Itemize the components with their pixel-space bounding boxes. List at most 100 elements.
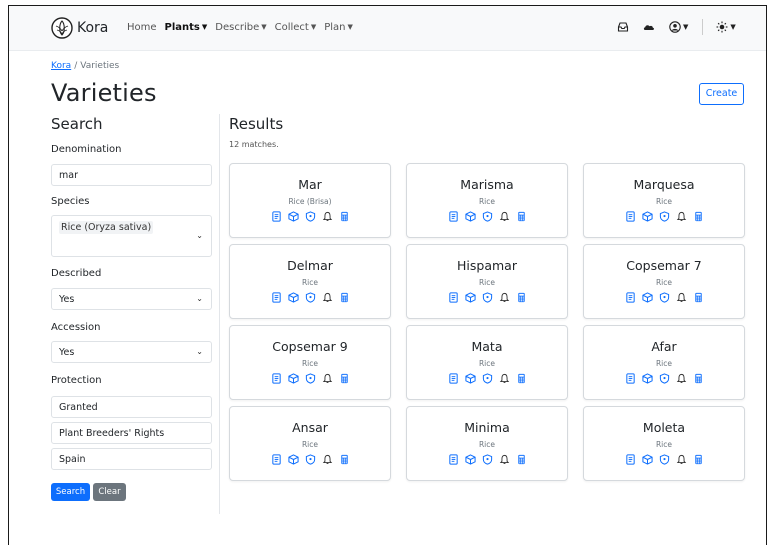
description-icon[interactable]: [625, 292, 636, 303]
denomination-input[interactable]: mar: [51, 164, 212, 186]
bell-icon[interactable]: [676, 211, 687, 222]
variety-name[interactable]: Copsemar 9: [230, 339, 390, 354]
bell-icon[interactable]: [322, 292, 333, 303]
inbox-button[interactable]: [617, 21, 629, 33]
variety-card[interactable]: Copsemar 7 Rice: [583, 244, 745, 319]
cloud-button[interactable]: [643, 21, 655, 33]
variety-name[interactable]: Mata: [407, 339, 567, 354]
seed-box-icon[interactable]: [464, 373, 476, 384]
user-menu[interactable]: ▼: [669, 21, 688, 33]
calculator-icon[interactable]: [339, 373, 350, 384]
shield-icon[interactable]: [659, 211, 670, 222]
variety-card[interactable]: Afar Rice: [583, 325, 745, 400]
description-icon[interactable]: [271, 292, 282, 303]
breadcrumb-root-link[interactable]: Kora: [51, 61, 71, 71]
calculator-icon[interactable]: [516, 373, 527, 384]
variety-name[interactable]: Ansar: [230, 420, 390, 435]
variety-name[interactable]: Mar: [230, 177, 390, 192]
shield-icon[interactable]: [305, 454, 316, 465]
variety-card[interactable]: Ansar Rice: [229, 406, 391, 481]
nav-collect[interactable]: Collect ▼: [275, 22, 317, 33]
seed-box-icon[interactable]: [464, 454, 476, 465]
bell-icon[interactable]: [499, 292, 510, 303]
variety-card[interactable]: Moleta Rice: [583, 406, 745, 481]
shield-icon[interactable]: [482, 292, 493, 303]
seed-box-icon[interactable]: [464, 292, 476, 303]
shield-icon[interactable]: [659, 373, 670, 384]
variety-card[interactable]: Minima Rice: [406, 406, 568, 481]
theme-menu[interactable]: ▼: [716, 21, 736, 33]
seed-box-icon[interactable]: [641, 454, 653, 465]
variety-card[interactable]: Mar Rice (Brisa): [229, 163, 391, 238]
seed-box-icon[interactable]: [287, 373, 299, 384]
calculator-icon[interactable]: [693, 373, 704, 384]
description-icon[interactable]: [625, 373, 636, 384]
seed-box-icon[interactable]: [641, 373, 653, 384]
shield-icon[interactable]: [659, 454, 670, 465]
calculator-icon[interactable]: [693, 211, 704, 222]
nav-plan[interactable]: Plan ▼: [324, 22, 353, 33]
description-icon[interactable]: [271, 211, 282, 222]
calculator-icon[interactable]: [339, 211, 350, 222]
variety-card[interactable]: Marquesa Rice: [583, 163, 745, 238]
bell-icon[interactable]: [499, 211, 510, 222]
seed-box-icon[interactable]: [641, 211, 653, 222]
protection-status-input[interactable]: Granted: [51, 396, 212, 418]
variety-card[interactable]: Hispamar Rice: [406, 244, 568, 319]
bell-icon[interactable]: [499, 373, 510, 384]
shield-icon[interactable]: [305, 211, 316, 222]
seed-box-icon[interactable]: [287, 454, 299, 465]
calculator-icon[interactable]: [516, 211, 527, 222]
nav-describe[interactable]: Describe ▼: [215, 22, 266, 33]
accession-select[interactable]: Yes ⌄: [51, 341, 212, 363]
bell-icon[interactable]: [499, 454, 510, 465]
calculator-icon[interactable]: [516, 454, 527, 465]
seed-box-icon[interactable]: [464, 211, 476, 222]
variety-card[interactable]: Marisma Rice: [406, 163, 568, 238]
variety-name[interactable]: Marisma: [407, 177, 567, 192]
calculator-icon[interactable]: [693, 292, 704, 303]
calculator-icon[interactable]: [693, 454, 704, 465]
description-icon[interactable]: [271, 373, 282, 384]
shield-icon[interactable]: [482, 211, 493, 222]
variety-name[interactable]: Copsemar 7: [584, 258, 744, 273]
variety-card[interactable]: Delmar Rice: [229, 244, 391, 319]
description-icon[interactable]: [448, 373, 459, 384]
search-button[interactable]: Search: [51, 483, 90, 501]
clear-button[interactable]: Clear: [93, 483, 126, 501]
variety-name[interactable]: Marquesa: [584, 177, 744, 192]
shield-icon[interactable]: [482, 454, 493, 465]
variety-name[interactable]: Minima: [407, 420, 567, 435]
described-select[interactable]: Yes ⌄: [51, 288, 212, 310]
variety-name[interactable]: Delmar: [230, 258, 390, 273]
bell-icon[interactable]: [322, 211, 333, 222]
variety-card[interactable]: Copsemar 9 Rice: [229, 325, 391, 400]
protection-country-input[interactable]: Spain: [51, 448, 212, 470]
brand[interactable]: Kora: [51, 17, 108, 39]
nav-home[interactable]: Home: [127, 22, 157, 33]
bell-icon[interactable]: [322, 373, 333, 384]
variety-name[interactable]: Hispamar: [407, 258, 567, 273]
seed-box-icon[interactable]: [287, 211, 299, 222]
bell-icon[interactable]: [676, 292, 687, 303]
variety-name[interactable]: Moleta: [584, 420, 744, 435]
variety-card[interactable]: Mata Rice: [406, 325, 568, 400]
shield-icon[interactable]: [305, 292, 316, 303]
description-icon[interactable]: [271, 454, 282, 465]
shield-icon[interactable]: [482, 373, 493, 384]
bell-icon[interactable]: [676, 454, 687, 465]
seed-box-icon[interactable]: [641, 292, 653, 303]
shield-icon[interactable]: [659, 292, 670, 303]
description-icon[interactable]: [625, 211, 636, 222]
description-icon[interactable]: [448, 454, 459, 465]
protection-type-input[interactable]: Plant Breeders' Rights: [51, 422, 212, 444]
create-button[interactable]: Create: [699, 83, 744, 105]
description-icon[interactable]: [625, 454, 636, 465]
calculator-icon[interactable]: [516, 292, 527, 303]
nav-plants[interactable]: Plants ▼: [165, 22, 208, 33]
bell-icon[interactable]: [676, 373, 687, 384]
calculator-icon[interactable]: [339, 454, 350, 465]
description-icon[interactable]: [448, 211, 459, 222]
calculator-icon[interactable]: [339, 292, 350, 303]
description-icon[interactable]: [448, 292, 459, 303]
